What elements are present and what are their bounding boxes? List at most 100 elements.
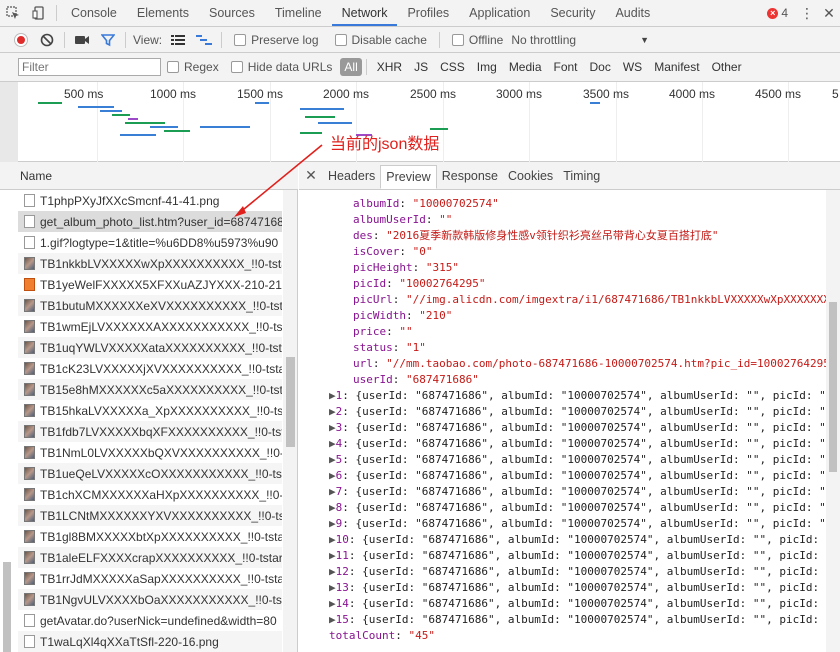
json-array-item[interactable]: ▶14: {userId: "687471686", albumId: "100… xyxy=(299,596,826,612)
type-filter-manifest[interactable]: Manifest xyxy=(648,58,705,76)
expand-triangle-icon[interactable]: ▶ xyxy=(329,549,336,562)
request-row[interactable]: get_album_photo_list.htm?user_id=6874716… xyxy=(18,211,282,232)
tab-console[interactable]: Console xyxy=(61,0,127,26)
filter-input[interactable] xyxy=(18,58,161,76)
tab-profiles[interactable]: Profiles xyxy=(397,0,459,26)
inspect-element-icon[interactable] xyxy=(0,0,26,26)
expand-triangle-icon[interactable]: ▶ xyxy=(329,421,336,434)
type-filter-media[interactable]: Media xyxy=(503,58,548,76)
capture-screenshots-button[interactable] xyxy=(69,29,95,51)
tab-security[interactable]: Security xyxy=(540,0,605,26)
left-scrollbar-thumb[interactable] xyxy=(3,562,11,652)
disable-cache-checkbox[interactable]: Disable cache xyxy=(334,33,427,47)
hide-data-urls-checkbox[interactable]: Hide data URLs xyxy=(230,60,332,74)
record-button[interactable] xyxy=(8,29,34,51)
request-row[interactable]: TB1fdb7LVXXXXXbqXFXXXXXXXXXX_!!0-tstar.j… xyxy=(18,421,282,442)
type-filter-xhr[interactable]: XHR xyxy=(371,58,408,76)
json-array-item[interactable]: ▶8: {userId: "687471686", albumId: "1000… xyxy=(299,500,826,516)
json-array-item[interactable]: ▶9: {userId: "687471686", albumId: "1000… xyxy=(299,516,826,532)
expand-triangle-icon[interactable]: ▶ xyxy=(329,533,336,546)
preserve-log-checkbox[interactable]: Preserve log xyxy=(234,33,319,47)
expand-triangle-icon[interactable]: ▶ xyxy=(329,597,336,610)
request-row[interactable]: TB15e8hMXXXXXXc5aXXXXXXXXXX_!!0-tstar.jp… xyxy=(18,379,282,400)
preview-scrollbar-thumb[interactable] xyxy=(829,302,837,472)
tab-elements[interactable]: Elements xyxy=(127,0,199,26)
detail-tab-cookies[interactable]: Cookies xyxy=(503,165,558,189)
request-list-scrollbar-thumb[interactable] xyxy=(286,357,295,447)
request-row[interactable]: TB1aleELFXXXXcrapXXXXXXXXXX_!!0-tstar.jp… xyxy=(18,547,282,568)
tab-sources[interactable]: Sources xyxy=(199,0,265,26)
request-row[interactable]: T1waLqXl4qXXaTtSfl-220-16.png xyxy=(18,631,282,652)
request-row[interactable]: TB1butuMXXXXXXeXVXXXXXXXXXX_!!0-tstar.jp… xyxy=(18,295,282,316)
expand-triangle-icon[interactable]: ▶ xyxy=(329,405,336,418)
clear-button[interactable] xyxy=(34,29,60,51)
request-row[interactable]: TB1LCNtMXXXXXXYXVXXXXXXXXXX_!!0-tstar.jp… xyxy=(18,505,282,526)
expand-triangle-icon[interactable]: ▶ xyxy=(329,453,336,466)
offline-checkbox[interactable]: Offline xyxy=(451,33,503,47)
expand-triangle-icon[interactable]: ▶ xyxy=(329,581,336,594)
checkbox-box[interactable] xyxy=(230,61,243,73)
detail-tab-timing[interactable]: Timing xyxy=(558,165,605,189)
type-filter-js[interactable]: JS xyxy=(408,58,434,76)
json-array-item[interactable]: ▶4: {userId: "687471686", albumId: "1000… xyxy=(299,436,826,452)
request-row[interactable]: TB1NgvULVXXXXbOaXXXXXXXXXXX_!!0-tstar.jp… xyxy=(18,589,282,610)
close-detail-icon[interactable]: ✕ xyxy=(299,161,323,189)
regex-checkbox[interactable]: Regex xyxy=(167,60,219,74)
json-array-item[interactable]: ▶13: {userId: "687471686", albumId: "100… xyxy=(299,580,826,596)
checkbox-box[interactable] xyxy=(451,33,464,46)
request-row[interactable]: TB1nkkbLVXXXXXwXpXXXXXXXXXX_!!0-tstar.jp… xyxy=(18,253,282,274)
request-row[interactable]: TB1rrJdMXXXXXaSapXXXXXXXXXX_!!0-tstar.jp… xyxy=(18,568,282,589)
type-filter-font[interactable]: Font xyxy=(548,58,584,76)
type-filter-img[interactable]: Img xyxy=(471,58,503,76)
tab-application[interactable]: Application xyxy=(459,0,540,26)
checkbox-box[interactable] xyxy=(234,33,247,46)
json-array-item[interactable]: ▶2: {userId: "687471686", albumId: "1000… xyxy=(299,404,826,420)
expand-triangle-icon[interactable]: ▶ xyxy=(329,501,336,514)
json-array-item[interactable]: ▶15: {userId: "687471686", albumId: "100… xyxy=(299,612,826,628)
request-row[interactable]: TB1cK23LVXXXXXjXVXXXXXXXXXX_!!0-tstar.jp… xyxy=(18,358,282,379)
expand-triangle-icon[interactable]: ▶ xyxy=(329,437,336,450)
detail-tab-response[interactable]: Response xyxy=(437,165,503,189)
request-row[interactable]: TB15hkaLVXXXXXa_XpXXXXXXXXXX_!!0-tstar.j… xyxy=(18,400,282,421)
expand-triangle-icon[interactable]: ▶ xyxy=(329,613,336,626)
error-counter[interactable]: × 4 xyxy=(767,6,788,20)
json-array-item[interactable]: ▶5: {userId: "687471686", albumId: "1000… xyxy=(299,452,826,468)
request-row[interactable]: T1phpPXyJfXXcSmcnf-41-41.png xyxy=(18,190,282,211)
more-options-icon[interactable]: ⋮ xyxy=(796,5,818,22)
request-row[interactable]: TB1NmL0LVXXXXXbQXVXXXXXXXXXX_!!0-tstar.j… xyxy=(18,442,282,463)
expand-triangle-icon[interactable]: ▶ xyxy=(329,469,336,482)
type-filter-css[interactable]: CSS xyxy=(434,58,471,76)
throttling-select[interactable]: No throttling ▼ xyxy=(511,33,649,47)
json-array-item[interactable]: ▶12: {userId: "687471686", albumId: "100… xyxy=(299,564,826,580)
request-row[interactable]: TB1chXCMXXXXXXaHXpXXXXXXXXXX_!!0-tstar.j… xyxy=(18,484,282,505)
large-rows-button[interactable] xyxy=(165,29,191,51)
request-row[interactable]: TB1uqYWLVXXXXXataXXXXXXXXXX_!!0-tstar.jp… xyxy=(18,337,282,358)
request-row[interactable]: getAvatar.do?userNick=undefined&width=80 xyxy=(18,610,282,631)
device-toolbar-icon[interactable] xyxy=(26,0,52,26)
expand-triangle-icon[interactable]: ▶ xyxy=(329,389,336,402)
type-filter-other[interactable]: Other xyxy=(706,58,748,76)
request-row[interactable]: 1.gif?logtype=1&title=%u6DD8%u5973%u90 xyxy=(18,232,282,253)
checkbox-box[interactable] xyxy=(167,61,179,73)
type-filter-doc[interactable]: Doc xyxy=(584,58,617,76)
json-array-item[interactable]: ▶1: {userId: "687471686", albumId: "1000… xyxy=(299,388,826,404)
detail-tab-preview[interactable]: Preview xyxy=(380,165,437,189)
request-row[interactable]: TB1wmEjLVXXXXXXAXXXXXXXXXXX_!!0-tstar.jp… xyxy=(18,316,282,337)
tab-timeline[interactable]: Timeline xyxy=(265,0,332,26)
name-column-header[interactable]: Name xyxy=(0,162,298,190)
expand-triangle-icon[interactable]: ▶ xyxy=(329,565,336,578)
json-array-item[interactable]: ▶6: {userId: "687471686", albumId: "1000… xyxy=(299,468,826,484)
request-row[interactable]: TB1yeWelFXXXXX5XFXXuAZJYXXX-210-210.png xyxy=(18,274,282,295)
request-row[interactable]: TB1gl8BMXXXXXbtXpXXXXXXXXXX_!!0-tstar.jp… xyxy=(18,526,282,547)
request-row[interactable]: TB1ueQeLVXXXXXcOXXXXXXXXXXX_!!0-tstar.jp… xyxy=(18,463,282,484)
detail-tab-headers[interactable]: Headers xyxy=(323,165,380,189)
json-array-item[interactable]: ▶7: {userId: "687471686", albumId: "1000… xyxy=(299,484,826,500)
close-devtools-icon[interactable]: ✕ xyxy=(818,5,840,22)
filter-toggle-button[interactable] xyxy=(95,29,121,51)
json-array-item[interactable]: ▶11: {userId: "687471686", albumId: "100… xyxy=(299,548,826,564)
tab-audits[interactable]: Audits xyxy=(605,0,660,26)
checkbox-box[interactable] xyxy=(334,33,347,46)
type-filter-ws[interactable]: WS xyxy=(617,58,648,76)
json-array-item[interactable]: ▶10: {userId: "687471686", albumId: "100… xyxy=(299,532,826,548)
json-array-item[interactable]: ▶3: {userId: "687471686", albumId: "1000… xyxy=(299,420,826,436)
